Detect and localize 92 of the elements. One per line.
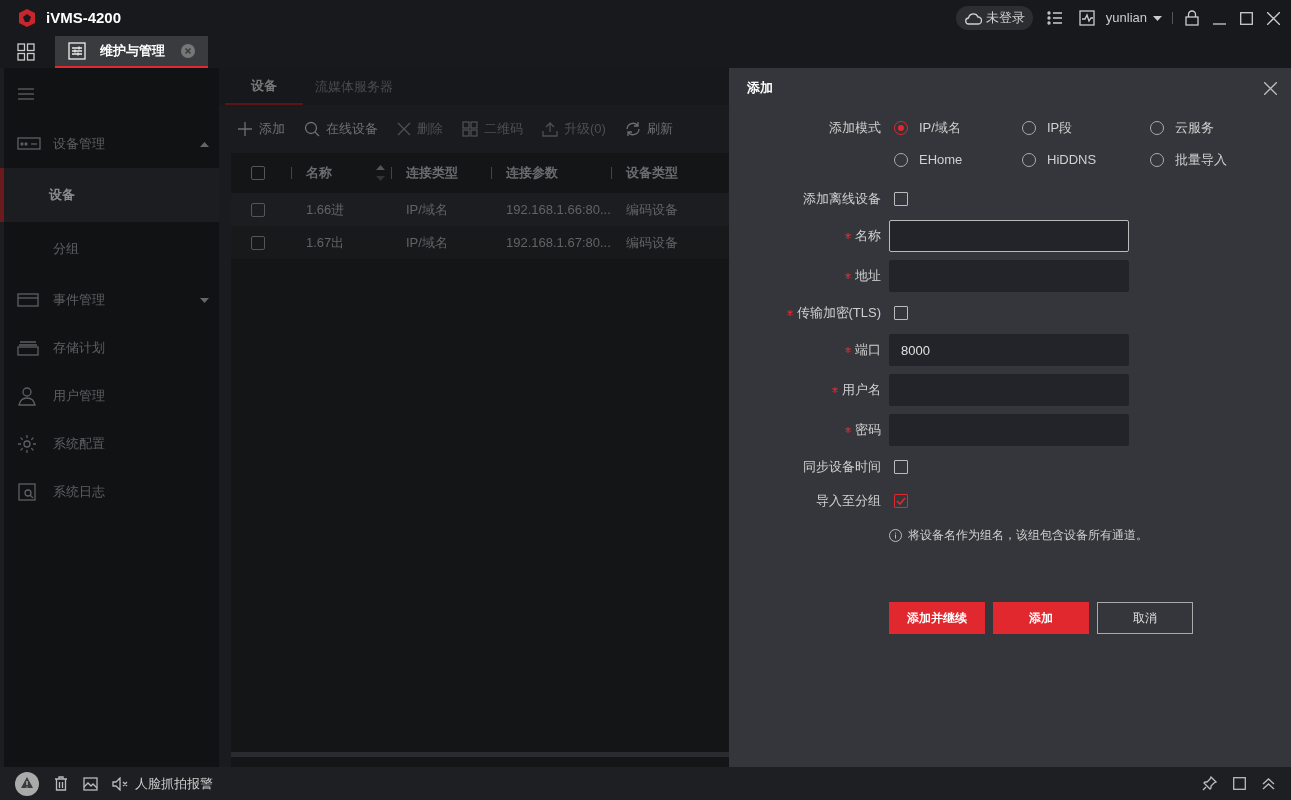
field-label: 导入至分组 [816,492,881,511]
table-cell: 编码设备 [626,234,678,250]
checkbox[interactable] [894,494,908,508]
recorder-icon [17,136,41,152]
sidebar-subitem[interactable]: 设备 [0,168,219,222]
dialog-button[interactable]: 添加并继续 [889,602,985,634]
sidebar-item[interactable]: 设备管理 [4,120,219,168]
sidebar-item[interactable]: 系统日志 [4,468,219,516]
field-label: 名称 [855,227,881,246]
radio-option[interactable]: IP/域名 [889,118,1017,138]
upload-icon [542,121,558,137]
logo-icon [17,8,37,28]
input-field[interactable] [889,220,1129,252]
sidebar-item[interactable]: 系统配置 [4,420,219,468]
alarm-label: 人脸抓拍报警 [135,774,213,793]
select-all-checkbox[interactable] [251,166,265,180]
field-label: 添加离线设备 [803,190,881,209]
field-label: 用户名 [842,381,881,400]
refresh-icon [624,121,641,137]
close-icon [397,122,411,136]
plus-icon [237,121,253,137]
column-header[interactable]: 设备类型 [626,163,711,183]
table-cell: IP/域名 [406,201,448,217]
hint-text: 将设备名作为组名，该组包含设备所有通道。 [908,527,1148,544]
maximize-icon[interactable] [1240,11,1253,25]
sidebar-item[interactable]: 存储计划 [4,324,219,372]
row-checkbox[interactable] [251,235,265,250]
input-field[interactable]: 8000 [889,334,1129,366]
checkbox[interactable] [894,306,908,320]
checkbox[interactable] [894,192,908,206]
sort-icon[interactable] [376,165,385,181]
cloud-icon [963,11,982,25]
tray-icon [17,292,39,308]
sliders-icon [68,42,86,60]
user-menu[interactable]: yunlian [1105,8,1162,28]
row-checkbox[interactable] [251,202,265,217]
monitor-icon[interactable] [1078,10,1095,26]
field-label: 传输加密(TLS) [796,304,881,323]
field-label: 添加模式 [829,119,881,138]
image-icon[interactable] [83,776,98,791]
dialog-button[interactable]: 取消 [1097,602,1193,634]
grid-icon [462,121,478,137]
radio-option[interactable]: 批量导入 [1145,150,1273,170]
login-button[interactable]: 未登录 [955,6,1033,30]
close-icon[interactable] [1264,81,1277,95]
tab[interactable]: 维护与管理 [55,36,208,68]
table-cell: 1.67出 [306,234,345,250]
sidebar-subitem[interactable]: 分组 [4,222,219,276]
table-cell: IP/域名 [406,234,448,250]
document-icon [17,482,37,502]
table-cell: 192.168.1.66:80... [506,201,611,217]
field-label: 地址 [855,267,881,286]
user-icon [17,386,37,406]
collapse-caret-icon [200,141,209,147]
field-label: 同步设备时间 [803,458,881,477]
toolbar-button[interactable]: 刷新 [624,119,673,139]
caret-icon [1153,15,1162,21]
toolbar-button[interactable]: 在线设备 [304,119,378,139]
dialog-button[interactable]: 添加 [993,602,1089,634]
double-chevron-up-icon[interactable] [1262,777,1275,790]
table-cell: 192.168.1.67:80... [506,234,611,250]
checkbox[interactable] [894,460,908,474]
app-title: iVMS-4200 [46,7,122,28]
apps-grid-icon[interactable] [17,43,35,61]
gear-icon [17,434,37,454]
field-label: 密码 [855,421,881,440]
warning-icon[interactable] [15,771,39,796]
pin-icon[interactable] [1202,776,1217,791]
lock-icon[interactable] [1185,10,1199,26]
mute-icon[interactable] [112,776,129,791]
column-header[interactable]: 名称 [306,163,376,183]
square-icon[interactable] [1233,777,1246,790]
expand-caret-icon [200,297,209,303]
table-cell: 编码设备 [626,201,678,217]
trash-icon[interactable] [54,776,68,791]
field-label: 端口 [855,341,881,360]
radio-option[interactable]: IP段 [1017,118,1145,138]
toolbar-button[interactable]: 添加 [237,119,285,139]
radio-option[interactable]: EHome [889,150,1017,170]
close-icon[interactable] [1267,11,1280,25]
sidebar-item[interactable]: 用户管理 [4,372,219,420]
info-icon [889,528,902,542]
list-icon[interactable] [1046,11,1063,25]
column-header[interactable]: 连接类型 [406,163,491,183]
search-icon [304,121,320,137]
radio-option[interactable]: 云服务 [1145,118,1273,138]
sidebar-item[interactable]: 事件管理 [4,276,219,324]
table-cell: 1.66进 [306,201,345,217]
dialog-title: 添加 [747,79,774,98]
storage-icon [17,340,39,356]
radio-option[interactable]: HiDDNS [1017,150,1145,170]
column-header[interactable]: 连接参数 [506,163,611,183]
